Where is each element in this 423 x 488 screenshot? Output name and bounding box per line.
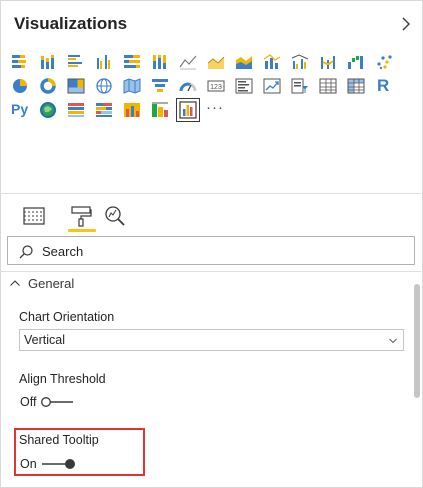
section-divider — [0, 193, 421, 194]
chevron-up-icon — [10, 280, 20, 286]
donut-chart-icon[interactable] — [38, 76, 58, 96]
align-threshold-state: Off — [20, 395, 37, 409]
align-threshold-label: Align Threshold — [19, 372, 106, 386]
waterfall-chart-icon[interactable] — [346, 52, 366, 72]
selected-visual-icon[interactable] — [176, 98, 200, 122]
line-and-stacked-column-chart-icon[interactable] — [262, 52, 282, 72]
fields-tab-icon[interactable] — [22, 204, 46, 228]
svg-text:123: 123 — [210, 84, 222, 91]
map-icon[interactable] — [94, 76, 114, 96]
shared-tooltip-state: On — [20, 457, 37, 471]
chart-orientation-label: Chart Orientation — [19, 310, 115, 324]
funnel-icon[interactable] — [150, 76, 170, 96]
analytics-tab-icon[interactable] — [103, 204, 127, 228]
section-divider-2 — [0, 271, 421, 272]
r-script-visual-icon[interactable]: R — [377, 76, 389, 96]
clustered-bar-chart-icon[interactable] — [66, 52, 86, 72]
custom-visual-icon-4[interactable] — [150, 100, 170, 120]
line-chart-icon[interactable] — [178, 52, 198, 72]
search-input[interactable] — [42, 241, 402, 261]
chart-orientation-dropdown[interactable]: Vertical — [19, 329, 404, 351]
stacked-column-chart-icon[interactable] — [38, 52, 58, 72]
line-and-clustered-column-chart-icon[interactable] — [290, 52, 310, 72]
align-threshold-toggle[interactable]: Off — [20, 395, 74, 409]
area-chart-icon[interactable] — [206, 52, 226, 72]
format-tab-icon[interactable] — [69, 204, 93, 228]
100-stacked-column-chart-icon[interactable] — [150, 52, 170, 72]
more-visuals-icon[interactable]: ··· — [206, 99, 224, 116]
shared-tooltip-toggle[interactable]: On — [20, 457, 77, 471]
pie-chart-icon[interactable] — [10, 76, 30, 96]
custom-visual-icon-2[interactable] — [94, 100, 114, 120]
search-box — [7, 236, 415, 265]
shared-tooltip-label: Shared Tooltip — [19, 433, 99, 447]
custom-visual-icon-3[interactable] — [122, 100, 142, 120]
table-icon[interactable] — [318, 76, 338, 96]
card-icon[interactable]: 123 — [206, 76, 226, 96]
scrollbar-thumb[interactable] — [414, 284, 420, 398]
arcgis-map-icon[interactable] — [38, 100, 58, 120]
multi-row-card-icon[interactable] — [234, 76, 254, 96]
chart-orientation-value: Vertical — [24, 333, 65, 347]
stacked-bar-chart-icon[interactable] — [10, 52, 30, 72]
gauge-icon[interactable] — [178, 76, 198, 96]
general-section-title: General — [28, 275, 75, 291]
python-visual-icon[interactable]: Py — [11, 101, 28, 117]
chevron-down-icon — [389, 338, 397, 344]
100-stacked-bar-chart-icon[interactable] — [122, 52, 142, 72]
matrix-icon[interactable] — [346, 76, 366, 96]
filled-map-icon[interactable] — [122, 76, 142, 96]
toggle-on-icon — [41, 459, 75, 469]
pane-title: Visualizations — [14, 14, 128, 33]
active-tab-indicator — [68, 229, 96, 232]
ribbon-chart-icon[interactable] — [318, 52, 338, 72]
treemap-icon[interactable] — [66, 76, 86, 96]
toggle-off-icon — [41, 397, 74, 407]
kpi-icon[interactable] — [262, 76, 282, 96]
stacked-area-chart-icon[interactable] — [234, 52, 254, 72]
general-section-header[interactable]: General — [9, 274, 74, 292]
search-icon — [18, 244, 34, 260]
chevron-right-icon[interactable] — [398, 15, 414, 33]
scatter-chart-icon[interactable] — [374, 52, 394, 72]
custom-visual-icon-1[interactable] — [66, 100, 86, 120]
clustered-column-chart-icon[interactable] — [94, 52, 114, 72]
slicer-icon[interactable] — [290, 76, 310, 96]
